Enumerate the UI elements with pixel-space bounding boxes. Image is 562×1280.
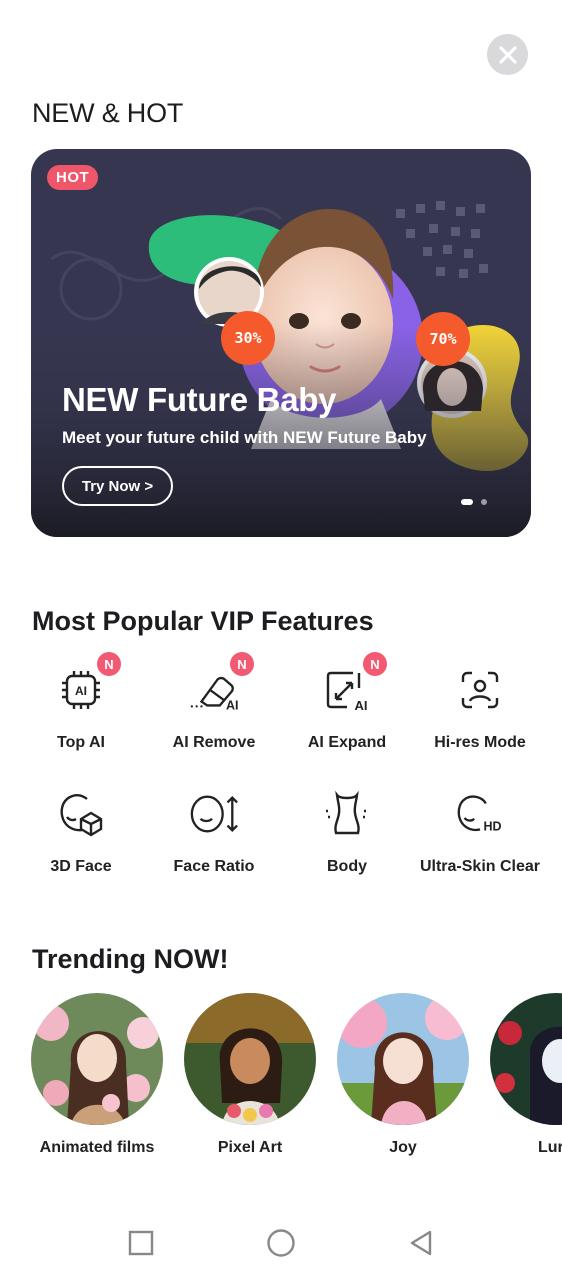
trend-label: Pixel Art (217, 1139, 283, 1156)
new-badge: N (97, 652, 121, 676)
feature-label: AI Expand (307, 734, 387, 751)
body-icon (326, 791, 368, 835)
face-hd-icon: HD (457, 795, 502, 833)
feature-label: Top AI (57, 734, 105, 751)
carousel-indicator (461, 499, 487, 505)
try-now-button[interactable]: Try Now > (62, 466, 173, 506)
feature-label: Body (327, 858, 367, 875)
square-icon (128, 1230, 154, 1256)
vip-features-title: Most Popular VIP Features (32, 606, 374, 636)
trend-thumbnail (490, 993, 562, 1125)
svg-text:AI: AI (355, 698, 368, 712)
feature-hi-res-mode[interactable]: Hi-res Mode (413, 664, 547, 752)
face-3d-icon (60, 794, 103, 837)
feature-face-ratio[interactable]: Face Ratio (147, 788, 281, 876)
trend-item-pixel-art[interactable]: Pixel Art (184, 993, 316, 1157)
trend-label: Joy (389, 1139, 417, 1156)
carousel-dot (481, 499, 487, 505)
banner-subtitle: Meet your future child with NEW Future B… (62, 428, 427, 447)
trend-thumbnail (184, 993, 316, 1125)
future-baby-banner[interactable]: HOT 30% 70% NEW Future Baby Meet your fu… (31, 149, 531, 537)
circle-icon (267, 1229, 295, 1257)
carousel-dot-active (461, 499, 473, 505)
expand-ai-icon: AI (326, 671, 368, 712)
new-hot-title: NEW & HOT (32, 98, 184, 128)
triangle-back-icon (410, 1230, 432, 1256)
system-nav-bar (0, 1200, 562, 1280)
feature-ai-expand[interactable]: AI N AI Expand (280, 652, 414, 752)
feature-ultra-skin-clear[interactable]: HD Ultra-Skin Clear (413, 788, 547, 876)
trend-item-lur[interactable]: Lur (490, 993, 562, 1157)
ai-chip-icon: AI (62, 671, 100, 709)
feature-label: AI Remove (172, 734, 256, 751)
trending-title: Trending NOW! (32, 944, 229, 974)
feature-label: 3D Face (50, 858, 112, 875)
trend-item-animated-films[interactable]: Animated films (31, 993, 163, 1157)
trend-thumbnail (31, 993, 163, 1125)
recent-apps-button[interactable] (126, 1228, 156, 1258)
back-button[interactable] (406, 1228, 436, 1258)
feature-body[interactable]: Body (280, 788, 414, 876)
feature-label: Ultra-Skin Clear (419, 858, 541, 875)
eraser-ai-icon: AI (190, 676, 239, 712)
svg-text:HD: HD (483, 819, 501, 833)
percent-badge-left: 30% (221, 311, 275, 365)
new-badge: N (230, 652, 254, 676)
face-scan-icon (461, 671, 499, 709)
face-ratio-icon (190, 795, 238, 833)
svg-text:AI: AI (226, 698, 239, 712)
feature-3d-face[interactable]: 3D Face (14, 788, 148, 876)
svg-text:AI: AI (75, 684, 87, 698)
trend-item-joy[interactable]: Joy (337, 993, 469, 1157)
percent-badge-right: 70% (416, 312, 470, 366)
trend-label: Lur (538, 1139, 562, 1156)
trend-label: Animated films (39, 1139, 155, 1156)
hot-badge: HOT (47, 165, 99, 190)
trend-thumbnail (337, 993, 469, 1125)
home-button[interactable] (266, 1228, 296, 1258)
new-badge: N (363, 652, 387, 676)
feature-label: Face Ratio (173, 858, 255, 875)
feature-top-ai[interactable]: AI N Top AI (14, 652, 148, 752)
close-icon (498, 45, 517, 64)
feature-ai-remove[interactable]: AI N AI Remove (147, 652, 281, 752)
close-button[interactable] (487, 34, 528, 75)
banner-title: NEW Future Baby (62, 381, 337, 418)
feature-label: Hi-res Mode (434, 734, 526, 751)
